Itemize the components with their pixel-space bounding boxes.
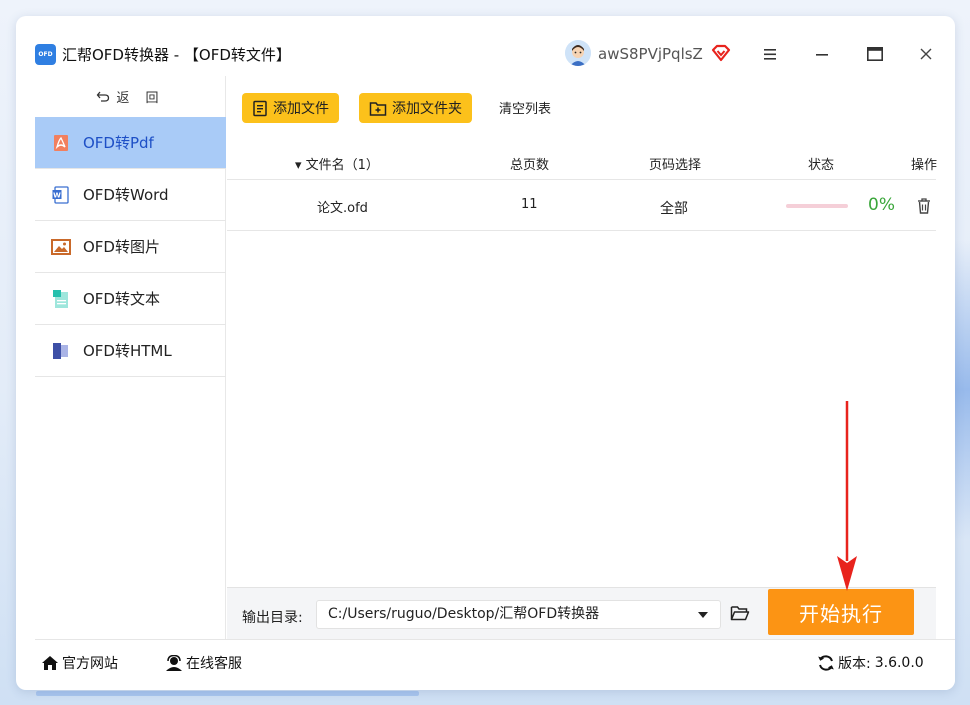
version-label: 版本: — [838, 656, 871, 672]
word-icon: W — [51, 185, 71, 205]
chevron-down-icon — [698, 612, 708, 618]
row-progress-bar — [786, 204, 848, 208]
app-window: OFD 汇帮OFD转换器 - 【OFD转文件】 awS8PVjPqlsZ 返 回… — [16, 16, 955, 690]
delete-icon[interactable] — [916, 197, 932, 215]
image-icon — [51, 237, 71, 257]
row-pages: 11 — [521, 197, 538, 212]
add-file-button[interactable]: 添加文件 — [242, 93, 339, 123]
red-arrow-annotation — [837, 401, 857, 591]
official-website-label: 官方网站 — [62, 656, 118, 672]
pdf-icon — [51, 133, 71, 153]
column-header-action: 操作 — [911, 158, 938, 173]
maximize-icon[interactable] — [864, 43, 886, 65]
row-filename: 论文.ofd — [317, 201, 368, 216]
official-website-link[interactable]: 官方网站 — [41, 653, 118, 673]
vip-diamond-icon[interactable] — [711, 44, 731, 62]
avatar[interactable] — [565, 40, 591, 66]
version-info[interactable]: 版本: 3.6.0.0 — [817, 653, 924, 673]
add-file-label: 添加文件 — [273, 101, 329, 117]
column-header-page-select: 页码选择 — [649, 158, 702, 173]
taskbar-strip — [36, 691, 419, 696]
back-label: 返 回 — [116, 90, 165, 106]
open-folder-icon[interactable] — [730, 604, 750, 622]
app-logo-icon: OFD — [35, 44, 56, 65]
menu-icon[interactable] — [759, 43, 781, 65]
sidebar-item-ofd-to-text[interactable]: OFD转文本 — [35, 273, 226, 325]
username[interactable]: awS8PVjPqlsZ — [598, 44, 703, 64]
table-header: ▾ 文件名（1） 总页数 页码选择 状态 操作 — [227, 146, 938, 180]
output-path-select[interactable]: C:/Users/ruguo/Desktop/汇帮OFD转换器 — [316, 600, 721, 629]
main-panel: 添加文件 添加文件夹 清空列表 ▾ 文件名（1） 总页数 页码选择 状态 操作 … — [227, 76, 938, 604]
support-icon — [166, 654, 182, 671]
clear-list-button[interactable]: 清空列表 — [499, 98, 551, 117]
add-folder-icon — [369, 101, 387, 116]
back-arrow-icon — [97, 91, 110, 102]
online-support-label: 在线客服 — [186, 656, 242, 672]
table-row[interactable]: 论文.ofd 11 全部 0% — [227, 180, 936, 231]
title-bar: OFD 汇帮OFD转换器 - 【OFD转文件】 awS8PVjPqlsZ — [16, 16, 955, 76]
add-folder-button[interactable]: 添加文件夹 — [359, 93, 472, 123]
add-file-icon — [253, 100, 267, 116]
sidebar-item-label: OFD转HTML — [83, 342, 172, 360]
sidebar-item-label: OFD转Pdf — [83, 134, 154, 152]
sidebar: 返 回 OFD转Pdf W OFD转Word OFD转图片 OFD转文本 OFD… — [35, 76, 226, 639]
app-title: 汇帮OFD转换器 - 【OFD转文件】 — [62, 46, 291, 64]
sidebar-item-label: OFD转Word — [83, 186, 169, 204]
text-icon — [51, 289, 71, 309]
online-support-link[interactable]: 在线客服 — [165, 653, 242, 673]
close-icon[interactable] — [915, 43, 937, 65]
sidebar-item-ofd-to-word[interactable]: W OFD转Word — [35, 169, 226, 221]
column-header-pages: 总页数 — [510, 158, 550, 173]
row-percent: 0% — [868, 195, 895, 215]
version-value: 3.6.0.0 — [874, 655, 924, 671]
refresh-icon — [818, 655, 834, 671]
sidebar-item-ofd-to-pdf[interactable]: OFD转Pdf — [35, 117, 226, 169]
home-icon — [42, 656, 58, 670]
add-folder-label: 添加文件夹 — [392, 101, 462, 117]
column-header-status: 状态 — [808, 158, 835, 173]
minimize-icon[interactable] — [811, 43, 833, 65]
html-icon — [51, 341, 71, 361]
output-path-value: C:/Users/ruguo/Desktop/汇帮OFD转换器 — [328, 606, 600, 622]
column-header-filename[interactable]: ▾ 文件名（1） — [295, 154, 379, 173]
row-page-select[interactable]: 全部 — [660, 198, 688, 218]
output-bar: 输出目录: C:/Users/ruguo/Desktop/汇帮OFD转换器 开始… — [227, 587, 936, 639]
output-label: 输出目录: — [242, 610, 303, 626]
start-button[interactable]: 开始执行 — [768, 589, 914, 635]
sidebar-item-ofd-to-image[interactable]: OFD转图片 — [35, 221, 226, 273]
sidebar-item-ofd-to-html[interactable]: OFD转HTML — [35, 325, 226, 377]
sidebar-item-label: OFD转文本 — [83, 290, 160, 308]
back-button[interactable]: 返 回 — [35, 76, 226, 116]
footer: 官方网站 在线客服 版本: 3.6.0.0 — [35, 639, 955, 690]
sidebar-item-label: OFD转图片 — [83, 238, 160, 256]
svg-text:W: W — [53, 191, 61, 199]
